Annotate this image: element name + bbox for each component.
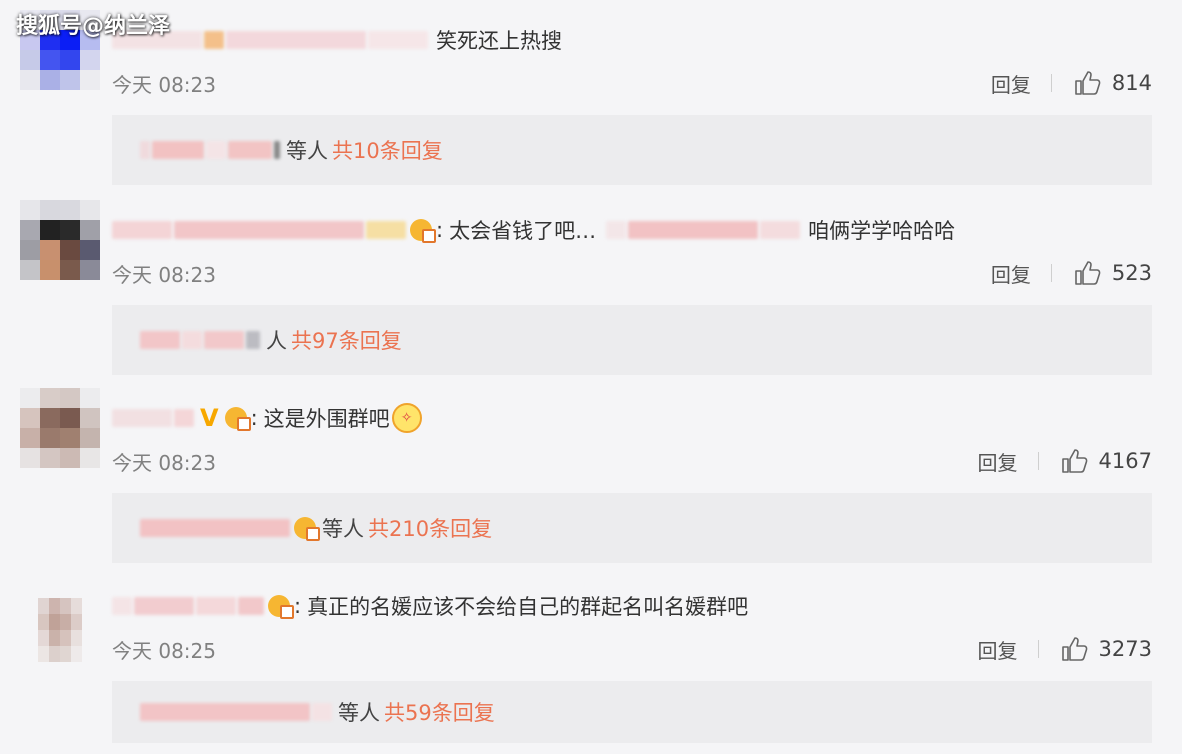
- reply-button[interactable]: 回复: [991, 259, 1031, 288]
- sub-replies[interactable]: 人 共97条回复: [112, 305, 1152, 375]
- vip-badge-icon: [294, 517, 320, 541]
- sub-replies[interactable]: 等人 共210条回复: [112, 493, 1152, 563]
- username-blurred: [204, 31, 224, 49]
- username-blurred: [274, 141, 280, 159]
- comment-text: 真正的名媛应该不会给自己的群起名叫名媛群吧: [307, 595, 749, 619]
- reply-button[interactable]: 回复: [991, 69, 1031, 98]
- divider: [1037, 640, 1039, 658]
- comment-item: : 太会省钱了吧… 咱俩学学哈哈哈 今天 08:23 回复 523 人 共97条…: [0, 190, 1182, 378]
- avatar[interactable]: [20, 388, 100, 468]
- comment-meta: 今天 08:23 回复 4167: [112, 446, 1152, 476]
- reply-button[interactable]: 回复: [978, 447, 1018, 476]
- username-blurred: [606, 221, 627, 239]
- sub-replies-count[interactable]: 共10条回复: [332, 135, 443, 165]
- username-blurred: [140, 519, 290, 537]
- colon: :: [294, 594, 302, 618]
- like-count: 523: [1111, 261, 1152, 285]
- timestamp: 今天 08:25: [112, 638, 216, 663]
- like-count: 814: [1111, 71, 1152, 95]
- comment-actions: 回复 4167: [978, 447, 1152, 476]
- comment-text-tail: 咱俩学学哈哈哈: [808, 219, 956, 243]
- username-blurred[interactable]: [112, 409, 172, 427]
- username-blurred: [368, 31, 428, 49]
- vip-badge-icon: [224, 407, 251, 431]
- watermark: 搜狐号@纳兰泽: [16, 14, 171, 39]
- like-button[interactable]: 3273: [1061, 636, 1152, 662]
- comment-text: 笑死还上热搜: [436, 29, 562, 53]
- colon: :: [436, 218, 444, 242]
- username-blurred: [196, 597, 236, 615]
- comment-text: 太会省钱了吧…: [449, 219, 597, 243]
- username-blurred[interactable]: [112, 597, 132, 615]
- username-blurred[interactable]: [112, 221, 172, 239]
- username-blurred: [246, 331, 260, 349]
- like-count: 3273: [1098, 637, 1152, 661]
- comment-actions: 回复 523: [991, 259, 1152, 288]
- sub-replies-count[interactable]: 共59条回复: [384, 697, 495, 727]
- comment-line: 笑死还上热搜: [112, 20, 562, 60]
- username-blurred: [206, 141, 226, 159]
- divider: [1050, 264, 1052, 282]
- thumbs-up-icon: [1061, 637, 1087, 661]
- thumbs-up-icon: [1061, 449, 1087, 473]
- sub-replies[interactable]: 等人 共10条回复: [112, 115, 1152, 185]
- avatar[interactable]: [38, 598, 82, 662]
- username-blurred: [140, 331, 180, 349]
- username-blurred: [238, 597, 264, 615]
- username-blurred: [140, 703, 310, 721]
- like-button[interactable]: 814: [1074, 70, 1152, 96]
- timestamp: 今天 08:23: [112, 262, 216, 287]
- like-count: 4167: [1098, 449, 1152, 473]
- comment-meta: 今天 08:25 回复 3273: [112, 634, 1152, 664]
- username-blurred: [134, 597, 194, 615]
- sub-replies-suffix: 人: [266, 329, 287, 353]
- username-blurred: [760, 221, 801, 239]
- comment-meta: 今天 08:23 回复 814: [112, 68, 1152, 98]
- comment-meta: 今天 08:23 回复 523: [112, 258, 1152, 288]
- username-blurred: [228, 141, 272, 159]
- username-blurred: [366, 221, 406, 239]
- username-blurred: [226, 31, 366, 49]
- divider: [1037, 452, 1039, 470]
- comment-line: V : 这是外围群吧 ✧: [112, 398, 422, 438]
- username-blurred: [174, 221, 364, 239]
- timestamp: 今天 08:23: [112, 72, 216, 97]
- comment-actions: 回复 814: [991, 69, 1152, 98]
- username-blurred: [182, 331, 202, 349]
- username-blurred: [312, 703, 332, 721]
- sub-replies-count[interactable]: 共97条回复: [291, 325, 402, 355]
- vip-badge-icon: [410, 219, 436, 243]
- comment-line: : 太会省钱了吧… 咱俩学学哈哈哈: [112, 210, 955, 250]
- thumbs-up-icon: [1075, 261, 1101, 285]
- sub-replies[interactable]: 等人 共59条回复: [112, 681, 1152, 743]
- reply-button[interactable]: 回复: [978, 635, 1018, 664]
- divider: [1050, 74, 1052, 92]
- thumbs-up-icon: [1075, 71, 1101, 95]
- username-blurred: [204, 331, 244, 349]
- sub-replies-count[interactable]: 共210条回复: [368, 513, 492, 543]
- username-blurred: [628, 221, 759, 239]
- username-blurred: [174, 409, 194, 427]
- like-button[interactable]: 4167: [1061, 448, 1152, 474]
- sub-replies-suffix: 等人: [286, 139, 328, 163]
- sub-replies-suffix: 等人: [322, 517, 364, 541]
- timestamp: 今天 08:23: [112, 450, 216, 475]
- avatar[interactable]: [20, 200, 100, 280]
- comment-text: 这是外围群吧: [263, 407, 390, 431]
- username-blurred: [152, 141, 204, 159]
- username-blurred: [140, 141, 150, 159]
- like-button[interactable]: 523: [1074, 260, 1152, 286]
- vip-badge-icon: [268, 595, 294, 619]
- sub-replies-suffix: 等人: [338, 701, 380, 725]
- emoji-icon: ✧: [391, 403, 422, 433]
- comment-item: : 真正的名媛应该不会给自己的群起名叫名媛群吧 今天 08:25 回复 3273…: [0, 566, 1182, 754]
- comment-item: 笑死还上热搜 今天 08:23 回复 814 等人 共10条回复: [0, 0, 1182, 188]
- colon: :: [250, 406, 258, 430]
- comment-item: V : 这是外围群吧 ✧ 今天 08:23 回复 4167 等人 共210条回复: [0, 378, 1182, 566]
- verified-v-icon: V: [200, 404, 219, 432]
- comment-line: : 真正的名媛应该不会给自己的群起名叫名媛群吧: [112, 586, 748, 626]
- comment-actions: 回复 3273: [978, 635, 1152, 664]
